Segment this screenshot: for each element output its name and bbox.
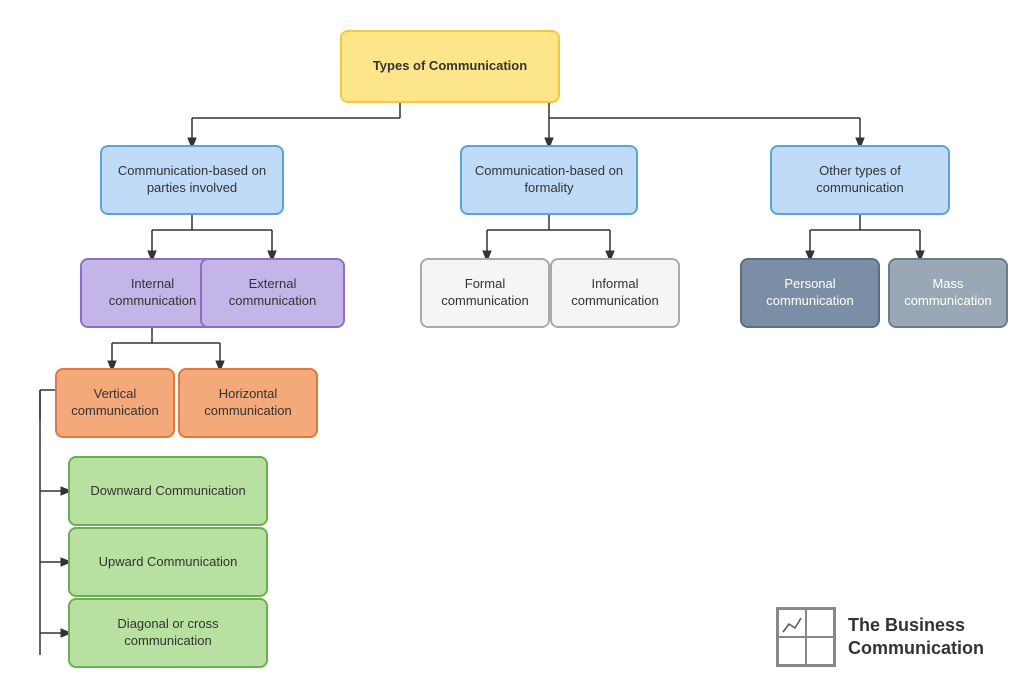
logo-line2: Communication	[848, 637, 984, 660]
l1-mid-label: Communication-based on formality	[472, 163, 626, 197]
l1-mid-node: Communication-based on formality	[460, 145, 638, 215]
logo-chart-cell-tl	[778, 609, 806, 637]
root-label: Types of Communication	[373, 58, 527, 75]
l2-formal-node: Formal communication	[420, 258, 550, 328]
l1-right-label: Other types of communication	[782, 163, 938, 197]
l4-upward-label: Upward Communication	[99, 554, 238, 571]
logo-chart-cell-bl	[778, 637, 806, 665]
l4-downward-node: Downward Communication	[68, 456, 268, 526]
l3-horizontal-node: Horizontal communication	[178, 368, 318, 438]
l3-horizontal-label: Horizontal communication	[190, 386, 306, 420]
l4-upward-node: Upward Communication	[68, 527, 268, 597]
logo-line1: The Business	[848, 614, 984, 637]
logo: The Business Communication	[776, 607, 984, 667]
l2-internal-label: Internal communication	[92, 276, 213, 310]
logo-chart-cell-br	[806, 637, 834, 665]
l2-personal-label: Personal communication	[752, 276, 868, 310]
l3-vertical-node: Vertical communication	[55, 368, 175, 438]
logo-chart-svg	[781, 612, 803, 634]
l2-informal-node: Informal communication	[550, 258, 680, 328]
l2-formal-label: Formal communication	[432, 276, 538, 310]
l2-external-label: External communication	[212, 276, 333, 310]
diagram: Types of Communication Communication-bas…	[0, 0, 1024, 697]
l2-informal-label: Informal communication	[562, 276, 668, 310]
l4-downward-label: Downward Communication	[90, 483, 245, 500]
l2-personal-node: Personal communication	[740, 258, 880, 328]
l2-mass-node: Mass communication	[888, 258, 1008, 328]
logo-chart-icon	[776, 607, 836, 667]
logo-chart-cell-tr	[806, 609, 834, 637]
l2-external-node: External communication	[200, 258, 345, 328]
l2-mass-label: Mass communication	[900, 276, 996, 310]
l1-left-label: Communication-based on parties involved	[112, 163, 272, 197]
l4-diagonal-label: Diagonal or cross communication	[80, 616, 256, 650]
l4-diagonal-node: Diagonal or cross communication	[68, 598, 268, 668]
l1-left-node: Communication-based on parties involved	[100, 145, 284, 215]
root-node: Types of Communication	[340, 30, 560, 103]
logo-text: The Business Communication	[848, 614, 984, 661]
l3-vertical-label: Vertical communication	[67, 386, 163, 420]
l1-right-node: Other types of communication	[770, 145, 950, 215]
